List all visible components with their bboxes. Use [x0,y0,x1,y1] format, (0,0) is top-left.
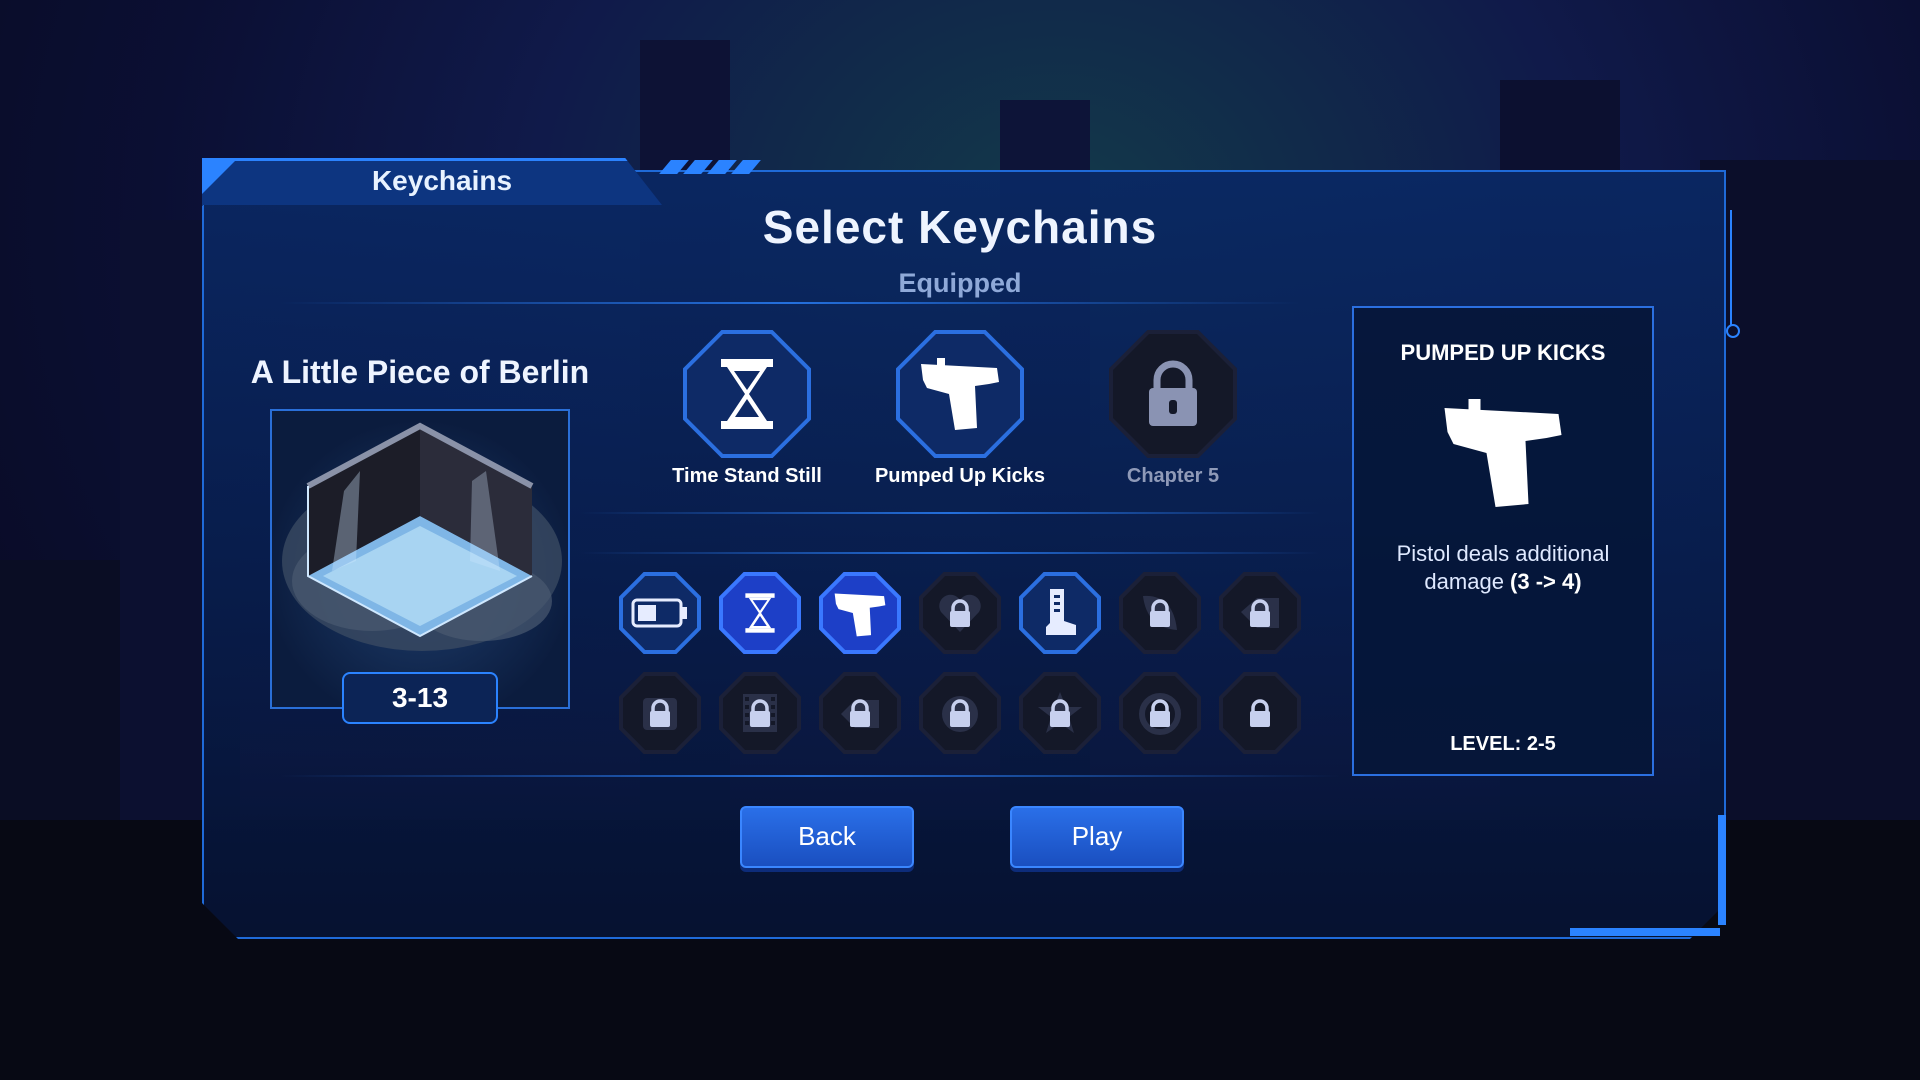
lock-icon [1149,360,1197,426]
keychain-slot-leaf-locked[interactable] [1119,572,1201,654]
pistol-icon [1444,399,1562,507]
equipped-slot-pumped-up-kicks[interactable] [896,330,1024,458]
boot-icon [1046,589,1076,635]
keychain-info-card: PUMPED UP KICKS Pistol deals additional … [1352,306,1654,776]
info-title: PUMPED UP KICKS [1400,340,1606,365]
keychain-slot-boot[interactable] [1019,572,1101,654]
pistol-icon [921,358,999,430]
panel-connector-dot [1726,324,1740,338]
lock-icon [1241,598,1279,628]
keychain-slot-locked-7[interactable] [1219,572,1301,654]
level-name: A Little Piece of Berlin [250,354,590,390]
level-code-badge: 3-13 [342,672,498,724]
equipped-label: Equipped [898,268,1022,298]
panel-stripes-decoration [655,160,761,176]
lock-icon [1139,693,1181,735]
back-button[interactable]: Back [740,806,914,868]
pistol-icon [834,593,886,637]
star-lock-icon [1038,692,1082,733]
lock-icon [1250,699,1270,727]
tab-title: Keychains [371,165,513,196]
info-level: LEVEL: 2-5 [1450,733,1556,755]
equipped-label-0: Time Stand Still [672,465,822,487]
hourglass-icon [745,593,775,633]
hourglass-icon [721,359,773,429]
page-title: Select Keychains [762,201,1158,253]
equipped-label-1: Pumped Up Kicks [874,465,1046,487]
equipped-slot-time-stand-still[interactable] [683,330,811,458]
play-button[interactable]: Play [1010,806,1184,868]
lock-icon [942,696,978,732]
leaf-lock-icon [1143,595,1177,630]
equipped-label-2: Chapter 5 [1126,465,1220,487]
heart-lock-icon [939,594,981,632]
film-lock-icon [743,694,777,732]
keychain-slot-locked-14[interactable] [1219,672,1301,754]
lock-icon [841,699,879,728]
keychain-slot-locked-13[interactable] [1119,672,1201,754]
lock-icon [643,698,677,730]
level-preview-image [270,409,570,709]
info-description: Pistol deals additional damage (3 -> 4) [1396,541,1610,594]
keychain-slot-star-locked[interactable] [1019,672,1101,754]
battery-icon [631,598,687,628]
